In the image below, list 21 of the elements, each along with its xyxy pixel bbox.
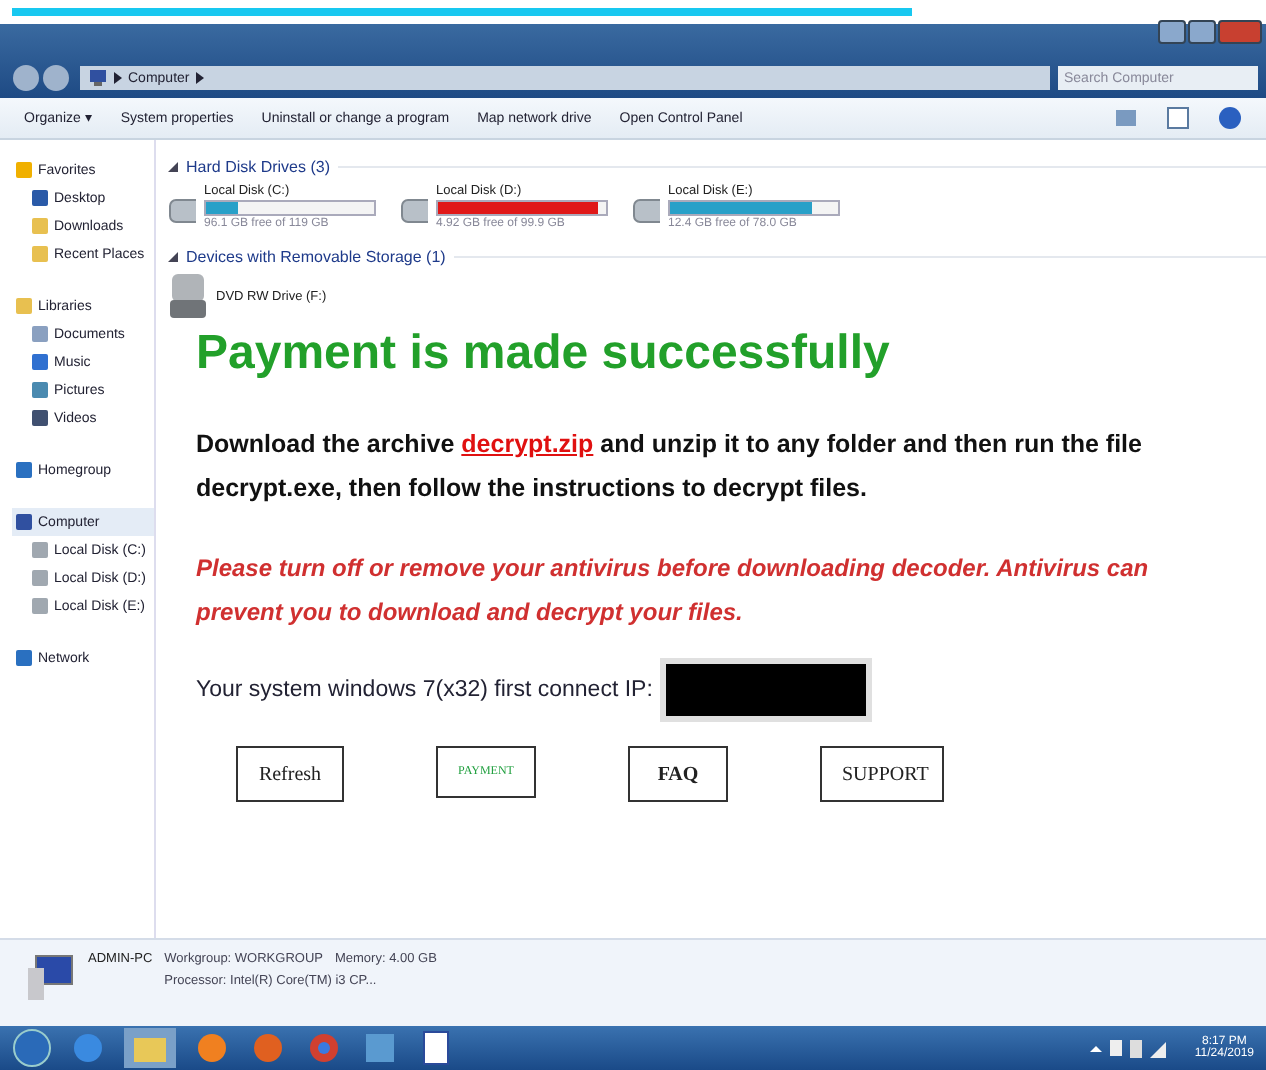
section-heading[interactable]: Devices with Removable Storage (1) (186, 247, 446, 265)
start-button-icon[interactable] (12, 1028, 52, 1068)
action-button[interactable]: FAQ (628, 746, 728, 802)
section-heading[interactable]: Hard Disk Drives (3) (186, 157, 331, 175)
action-button[interactable]: Refresh (236, 746, 344, 802)
payment-heading: Payment is made successfully (196, 326, 892, 382)
download-link[interactable]: decrypt.zip (461, 430, 594, 458)
dvd-drive-icon[interactable] (168, 272, 208, 320)
collapse-icon[interactable] (168, 251, 178, 261)
maximize-button[interactable] (1188, 20, 1216, 44)
collapse-icon[interactable] (168, 161, 178, 171)
chevron-icon[interactable] (195, 72, 204, 84)
action-button[interactable]: SUPPORT (820, 746, 944, 802)
close-button[interactable] (1218, 20, 1262, 44)
preview-pane-icon[interactable] (1166, 106, 1190, 130)
minimize-button[interactable] (1158, 20, 1186, 44)
chevron-icon (114, 72, 122, 84)
back-forward-icon[interactable] (12, 64, 72, 92)
warning-text: Please turn off or remove your antivirus before downloading decoder. Antivirus can prevent you to download and decrypt your files. (196, 552, 1151, 630)
ip-label: Your system windows 7(x32) first connect IP: (196, 678, 653, 702)
instruction-text: Download the archive decrypt.zip and unzip it to any folder and then run the file decrypt.exe, then follow the instructions to decrypt files. (196, 428, 1144, 506)
